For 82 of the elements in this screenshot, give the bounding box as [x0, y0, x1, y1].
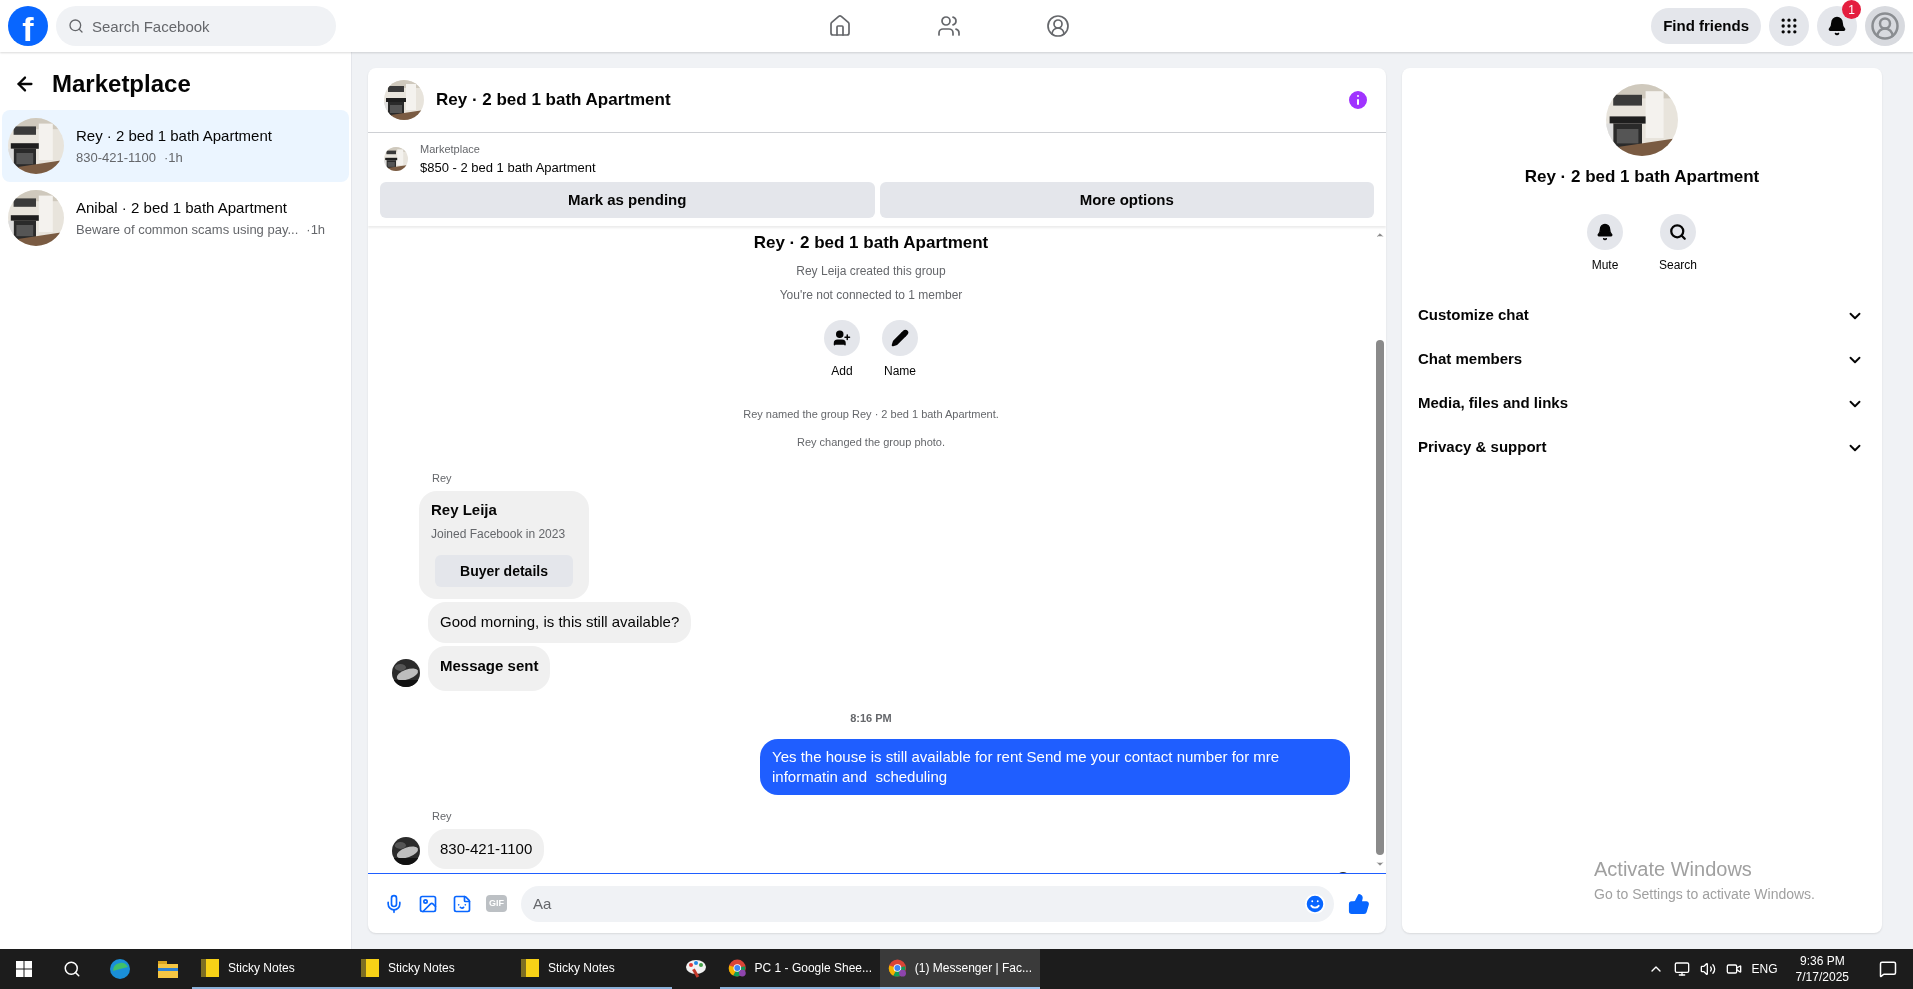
conversation-time: ·1h [306, 220, 326, 239]
browser-icon[interactable] [109, 958, 131, 980]
group-info: You're not connected to 1 member [779, 286, 963, 304]
system-message: Rey named the group Rey · 2 bed 1 bath Apartment. [743, 406, 999, 422]
chat-title: Rey · 2 bed 1 bath Apartment [436, 89, 672, 112]
add-person-icon [833, 328, 851, 347]
palette-icon[interactable] [684, 957, 708, 979]
details-section[interactable]: Customize chat [1418, 293, 1866, 338]
microphone-icon[interactable] [384, 893, 404, 914]
listing-action-button[interactable]: More options [879, 182, 1374, 218]
browser-icon [888, 957, 907, 979]
activation-text: Go to Settings to activate Windows. [1594, 885, 1815, 904]
conversation-preview: 830-421-1100 [76, 148, 156, 167]
details-title: Rey · 2 bed 1 bath Apartment [1524, 166, 1760, 188]
account-button[interactable] [1865, 6, 1905, 46]
conversation-item[interactable]: Anibal · 2 bed 1 bath Apartment Beware of common scams using pay... ·1h [2, 182, 349, 254]
profile-name: Rey Leija [431, 499, 498, 520]
timestamp: 8:16 PM [850, 711, 892, 726]
sender-name: Rey [432, 809, 452, 822]
find-friends-button[interactable]: Find friends [1651, 8, 1761, 44]
message-bubble: Message sent [428, 645, 551, 691]
clock[interactable]: 9:36 PM 7/17/2025 [1787, 953, 1857, 985]
system-message: Rey changed the group photo. [797, 435, 945, 450]
sticky-note-icon [360, 958, 380, 978]
taskbar-app[interactable]: Sticky Notes [192, 949, 352, 989]
grid-icon [1779, 16, 1799, 36]
message-bubble: Yes the house is still available for rent Send me your contact number for mre informatin and scheduling [760, 738, 1350, 795]
sticky-note-icon [200, 958, 220, 978]
search-field[interactable]: Search Facebook [56, 6, 336, 46]
conversation-title: Anibal · 2 bed 1 bath Apartment [76, 198, 288, 218]
like-icon[interactable] [1348, 892, 1370, 915]
search-icon [68, 18, 84, 34]
details-section[interactable]: Media, files and links [1418, 381, 1866, 426]
notifications-button[interactable] [1817, 6, 1857, 46]
windows-icon [16, 961, 32, 977]
message-field[interactable]: Aa [521, 885, 1334, 922]
listing-label: Marketplace [420, 142, 481, 157]
taskbar-app[interactable]: (1) Messenger | Fac... [880, 949, 1040, 989]
listing-action-button[interactable]: Mark as pending [380, 182, 875, 218]
user-icon [1870, 11, 1900, 41]
notifications-icon[interactable] [1879, 960, 1897, 978]
activation-title: Activate Windows [1594, 857, 1753, 882]
group-info: Rey Leija created this group [796, 262, 946, 280]
folder-icon[interactable] [157, 959, 179, 979]
browser-icon [728, 957, 747, 979]
image-icon[interactable] [418, 893, 438, 914]
profile-icon[interactable] [1045, 14, 1070, 38]
logo[interactable]: f [8, 6, 48, 46]
conversation-title: Rey · 2 bed 1 bath Apartment [76, 126, 272, 146]
message-bubble: 830-421-1100 [428, 828, 545, 869]
home-icon[interactable] [827, 14, 852, 38]
conversation-preview: Beware of common scams using pay... [76, 220, 299, 239]
profile-detail: Joined Facebook in 2023 [431, 526, 567, 543]
sticker-icon[interactable] [452, 893, 472, 914]
friends-icon[interactable] [936, 14, 961, 38]
menu-button[interactable] [1769, 6, 1809, 46]
info-icon[interactable] [1346, 88, 1370, 112]
camera-icon[interactable] [1725, 961, 1742, 977]
message-bubble: Good morning, is this still available? [428, 602, 692, 643]
taskbar-app[interactable]: Sticky Notes [512, 949, 672, 989]
taskbar-app[interactable]: Sticky Notes [352, 949, 512, 989]
network-icon[interactable] [1673, 961, 1690, 977]
details-section[interactable]: Chat members [1418, 337, 1866, 382]
conversation-time: ·1h [164, 148, 183, 167]
scroll-up-icon[interactable] [1375, 230, 1385, 240]
pencil-icon [891, 328, 909, 347]
group-title: Rey · 2 bed 1 bath Apartment [753, 232, 989, 254]
conversation-item[interactable]: Rey · 2 bed 1 bath Apartment 830-421-1100 ·1h [2, 110, 349, 182]
bell-icon [1827, 16, 1847, 36]
scroll-down-icon[interactable] [1375, 859, 1385, 869]
search-icon[interactable] [63, 960, 81, 978]
bell-icon [1596, 222, 1614, 241]
buyer-details-button[interactable]: Buyer details [435, 555, 573, 587]
sender-name: Rey [432, 471, 452, 484]
search-icon [1669, 222, 1687, 241]
sidebar-title: Marketplace [52, 69, 191, 99]
details-section[interactable]: Privacy & support [1418, 425, 1866, 470]
volume-icon[interactable] [1699, 961, 1716, 977]
sticky-note-icon [520, 958, 540, 978]
language-indicator[interactable]: ENG [1751, 960, 1778, 978]
listing-title: $850 - 2 bed 1 bath Apartment [420, 158, 596, 177]
notification-badge: 1 [1842, 0, 1861, 19]
